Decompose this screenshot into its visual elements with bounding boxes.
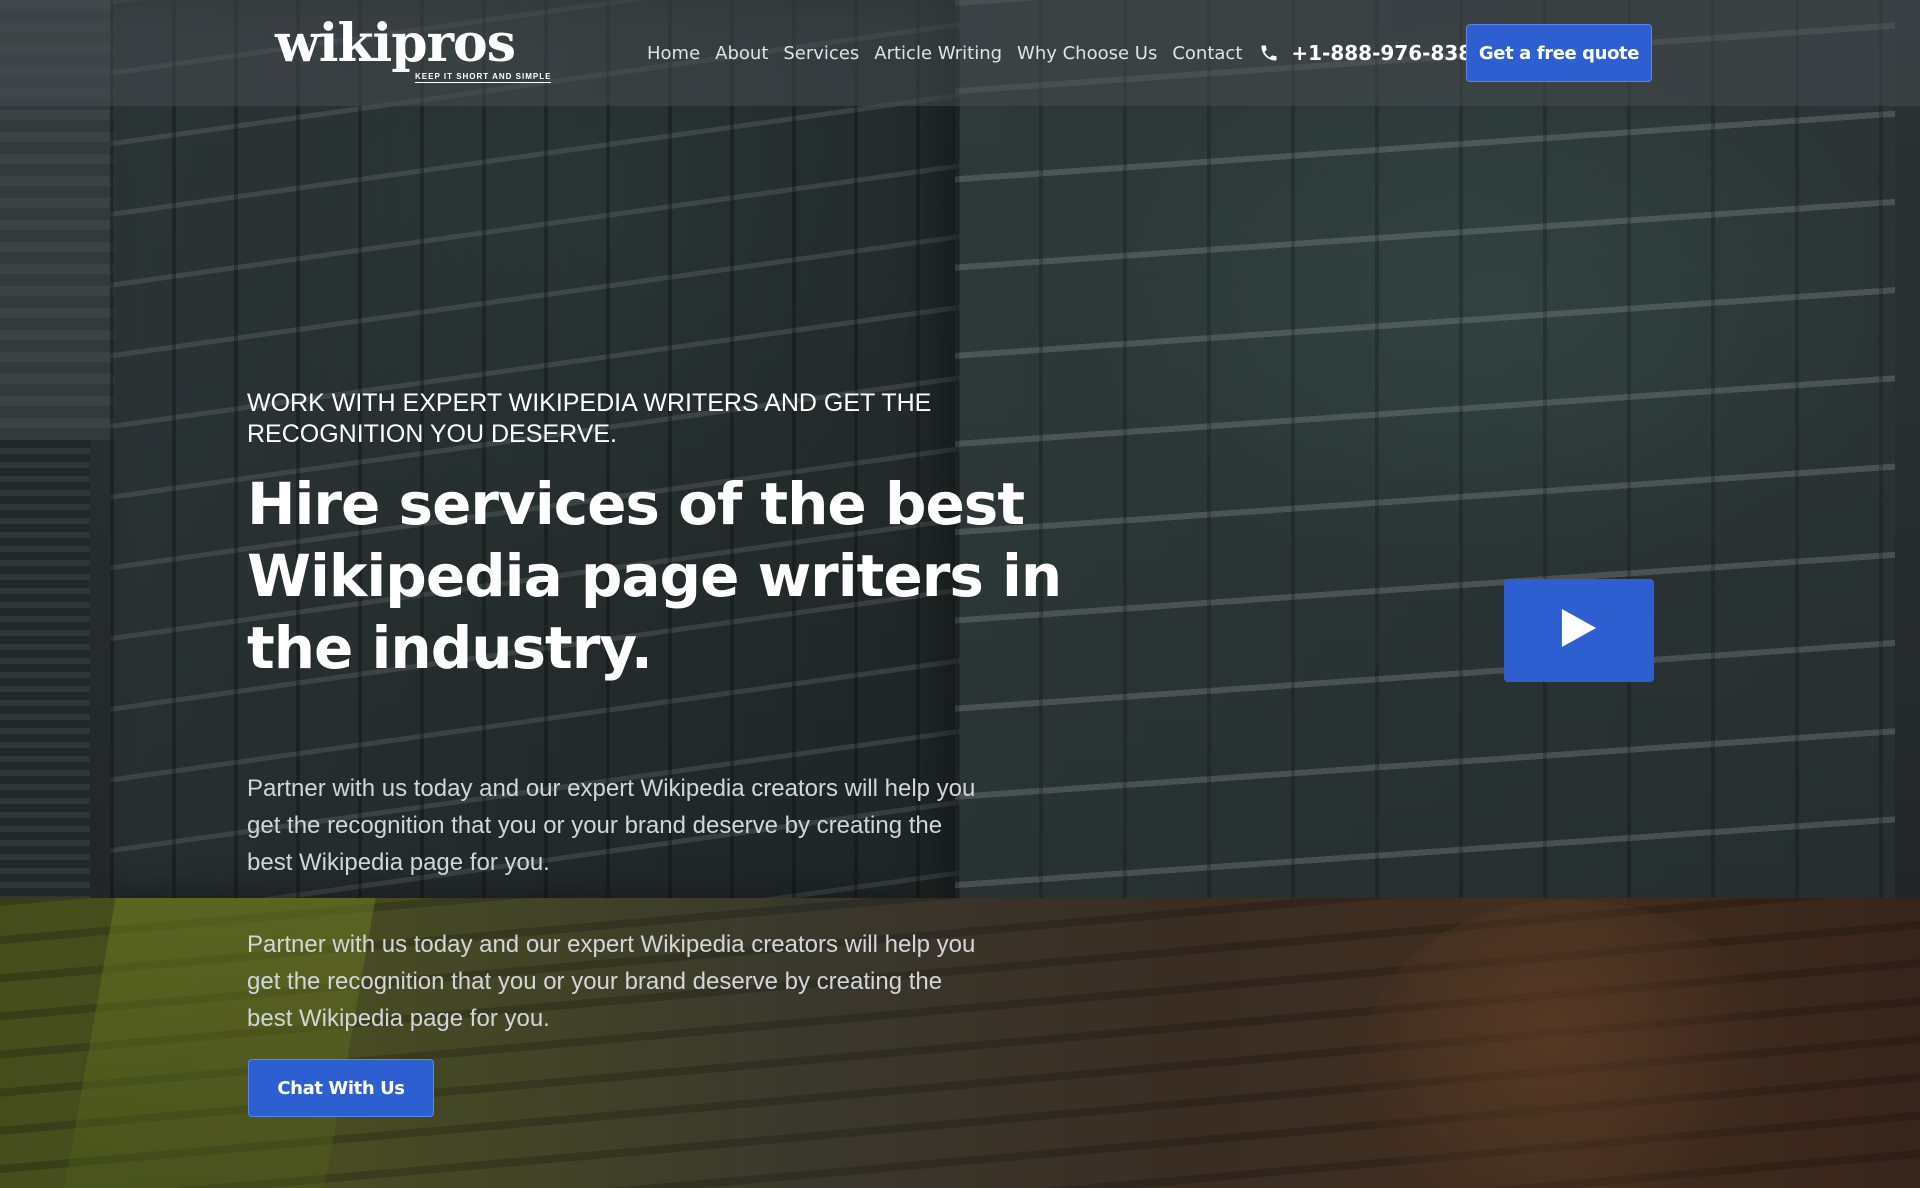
hero-headline: Hire services of the best Wikipedia page… xyxy=(247,470,1062,682)
nav-services[interactable]: Services xyxy=(783,43,859,64)
logo-tagline: KEEP IT SHORT AND SIMPLE xyxy=(415,72,552,83)
hero-paragraph-duplicate: Partner with us today and our expert Wik… xyxy=(247,931,976,1032)
phone-icon xyxy=(1259,43,1279,63)
phone-link[interactable]: +1-888-976-8388 xyxy=(1259,41,1486,65)
nav-about[interactable]: About xyxy=(715,43,768,64)
play-icon xyxy=(1560,607,1598,654)
get-free-quote-button[interactable]: Get a free quote xyxy=(1466,24,1652,82)
hero-kicker: WORK WITH EXPERT WIKIPEDIA WRITERS AND G… xyxy=(247,389,932,448)
main-nav: Home About Services Article Writing Why … xyxy=(647,36,1486,70)
logo-wordmark: wikipros xyxy=(275,13,516,74)
video-play-button[interactable] xyxy=(1504,579,1654,682)
nav-why-choose-us[interactable]: Why Choose Us xyxy=(1017,43,1157,64)
nav-article-writing[interactable]: Article Writing xyxy=(874,43,1002,64)
nav-contact[interactable]: Contact xyxy=(1172,43,1242,64)
hero-paragraph: Partner with us today and our expert Wik… xyxy=(247,775,976,876)
site-header: wikipros KEEP IT SHORT AND SIMPLE Home A… xyxy=(0,0,1920,106)
chat-with-us-button[interactable]: Chat With Us xyxy=(248,1059,434,1117)
site-logo[interactable]: wikipros KEEP IT SHORT AND SIMPLE xyxy=(275,14,555,90)
phone-number: +1-888-976-8388 xyxy=(1291,41,1487,65)
nav-home[interactable]: Home xyxy=(647,43,700,64)
